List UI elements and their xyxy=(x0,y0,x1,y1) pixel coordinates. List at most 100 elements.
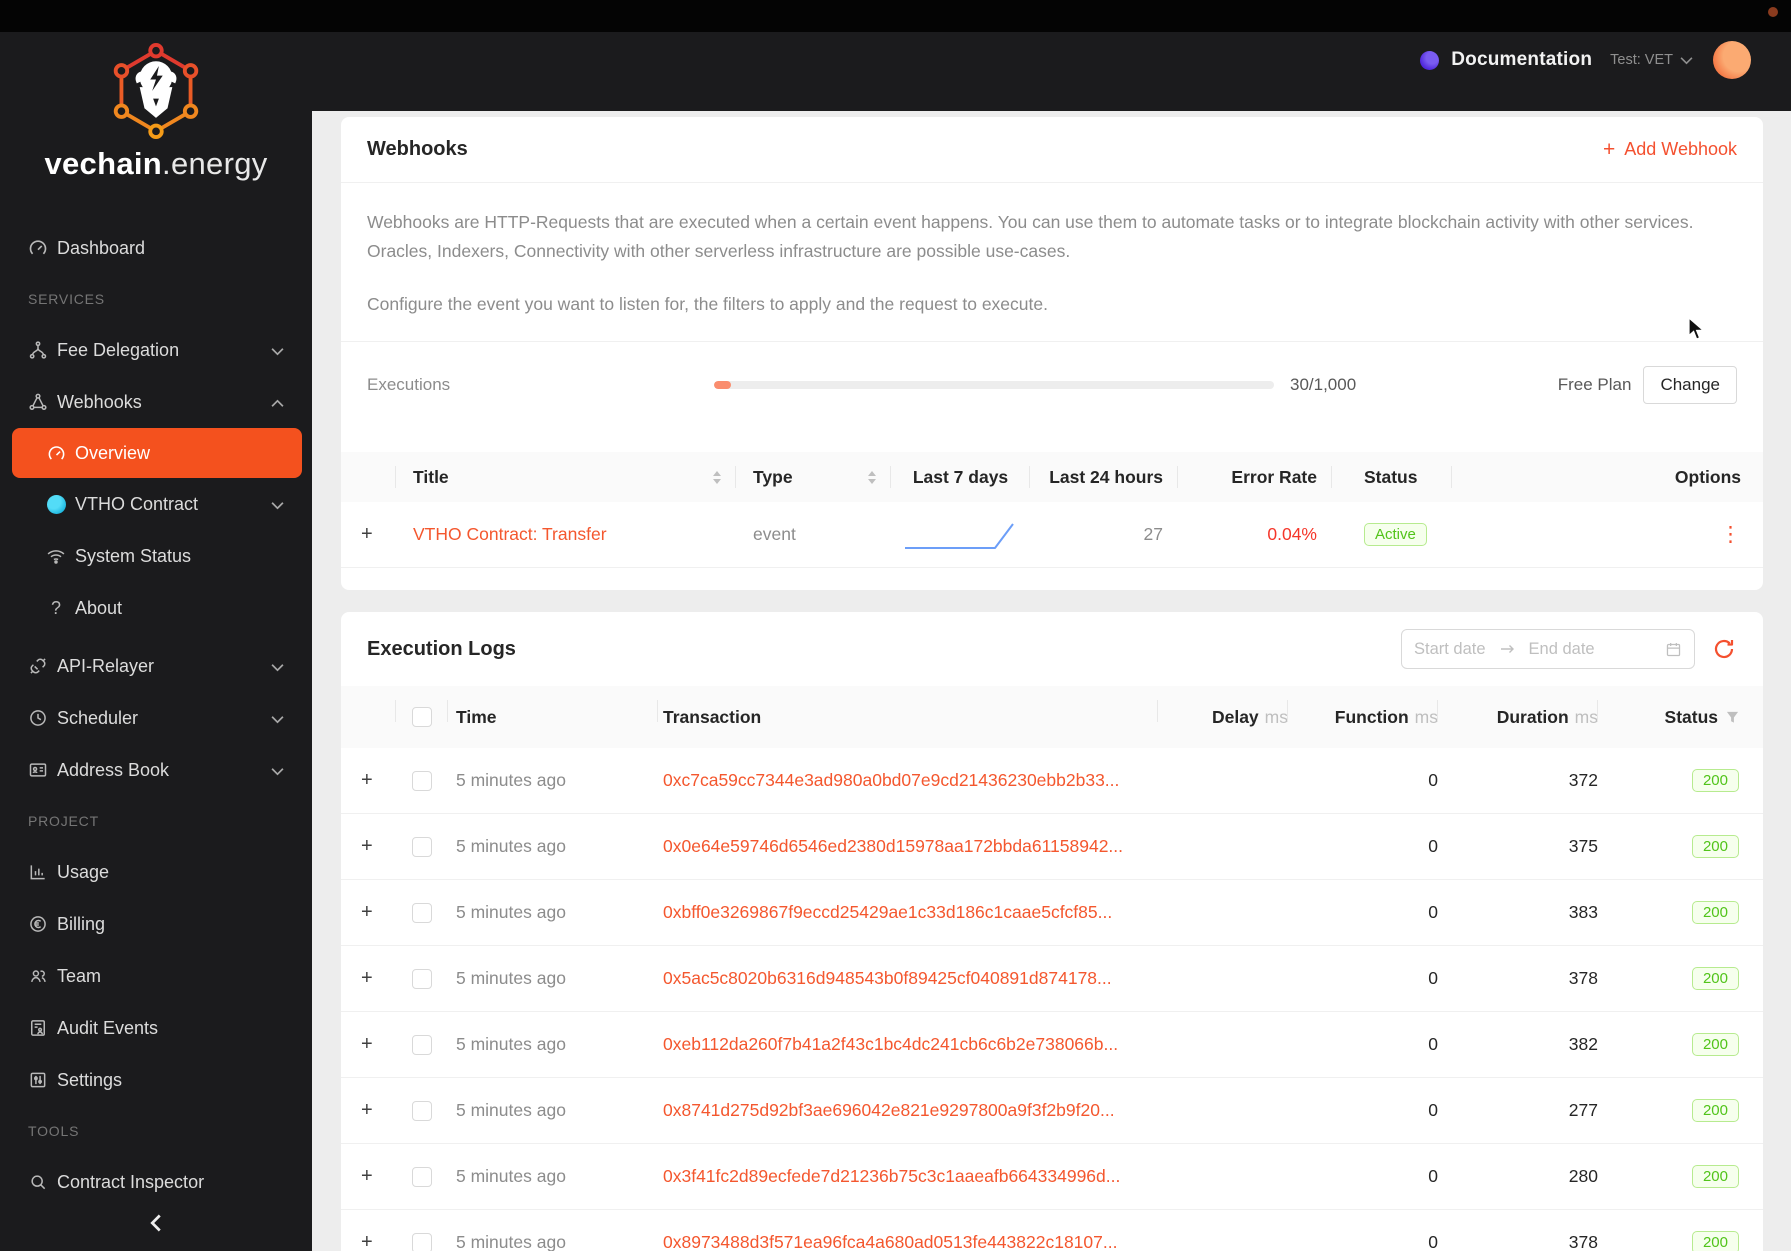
brand-logo: vechain.energy xyxy=(0,32,312,182)
expand-row-button[interactable]: + xyxy=(361,1033,373,1056)
sidebar-item-label: Usage xyxy=(57,861,110,882)
log-row: + 5 minutes ago 0xbff0e3269867f9eccd2542… xyxy=(341,880,1763,946)
magnifier-icon xyxy=(28,1172,48,1192)
expand-row-button[interactable]: + xyxy=(361,835,373,858)
transaction-link[interactable]: 0xbff0e3269867f9eccd25429ae1c33d186c1caa… xyxy=(663,902,1112,923)
brand-name-bold: vechain xyxy=(44,146,163,181)
sort-icon[interactable] xyxy=(712,470,722,484)
row-checkbox[interactable] xyxy=(412,1100,432,1121)
sidebar-item-audit-events[interactable]: Audit Events xyxy=(0,1002,312,1054)
top-strip xyxy=(0,0,1791,32)
log-delay xyxy=(1158,1012,1288,1077)
sidebar-section-tools: TOOLS xyxy=(28,1123,80,1139)
row-checkbox[interactable] xyxy=(412,770,432,791)
row-checkbox[interactable] xyxy=(412,1232,432,1251)
transaction-link[interactable]: 0xeb112da260f7b41a2f43c1bc4dc241cb6c6b2e… xyxy=(663,1034,1118,1055)
vtho-token-icon xyxy=(46,494,66,514)
sidebar-item-team[interactable]: Team xyxy=(0,950,312,1002)
row-checkbox[interactable] xyxy=(412,1166,432,1187)
sliders-icon xyxy=(28,1070,48,1090)
plug-icon xyxy=(28,656,48,676)
change-plan-button[interactable]: Change xyxy=(1643,366,1737,404)
project-selector[interactable]: Test: VET xyxy=(1610,52,1693,68)
log-function-ms: 0 xyxy=(1428,968,1438,988)
filter-icon[interactable] xyxy=(1726,711,1739,724)
transaction-link[interactable]: 0xc7ca59cc7344e3ad980a0bd07e9cd21436230e… xyxy=(663,770,1119,791)
column-label: Type xyxy=(753,466,793,487)
sidebar-item-settings[interactable]: Settings xyxy=(0,1054,312,1106)
log-delay xyxy=(1158,1144,1288,1209)
sidebar-item-webhooks[interactable]: Webhooks xyxy=(0,376,312,428)
expand-row-button[interactable]: + xyxy=(361,1099,373,1122)
sidebar-item-system-status[interactable]: System Status xyxy=(0,530,312,582)
executions-progress-fill xyxy=(714,381,731,389)
sidebar-item-usage[interactable]: Usage xyxy=(0,846,312,898)
sidebar-item-dashboard[interactable]: Dashboard xyxy=(0,222,312,274)
sidebar-item-label: System Status xyxy=(75,545,192,566)
sidebar-item-overview[interactable]: Overview xyxy=(12,428,302,478)
transaction-link[interactable]: 0x8973488d3f571ea96fca4a680ad0513fe44382… xyxy=(663,1232,1117,1251)
sidebar-item-label: About xyxy=(75,597,123,618)
transaction-link[interactable]: 0x0e64e59746d6546ed2380d15978aa172bbda61… xyxy=(663,836,1123,857)
options-menu-button[interactable]: ⋮ xyxy=(1720,524,1741,545)
row-checkbox[interactable] xyxy=(412,968,432,989)
log-time: 5 minutes ago xyxy=(456,1034,566,1054)
chevron-left-icon xyxy=(150,1214,161,1232)
id-card-icon xyxy=(28,760,48,780)
expand-row-button[interactable]: + xyxy=(361,967,373,990)
start-date-input[interactable]: Start date xyxy=(1414,640,1486,659)
row-checkbox[interactable] xyxy=(412,1034,432,1055)
row-checkbox[interactable] xyxy=(412,902,432,923)
column-header-error-rate: Error Rate xyxy=(1178,452,1332,502)
sidebar-item-about[interactable]: ? About xyxy=(0,582,312,634)
executions-count: 30/1,000 xyxy=(1290,375,1357,394)
row-checkbox[interactable] xyxy=(412,836,432,857)
question-icon: ? xyxy=(50,597,61,618)
log-time: 5 minutes ago xyxy=(456,770,566,790)
transaction-link[interactable]: 0x3f41fc2d89ecfede7d21236b75c3c1aaeafb66… xyxy=(663,1166,1120,1187)
sort-icon[interactable] xyxy=(867,470,877,484)
select-all-checkbox[interactable] xyxy=(412,707,432,727)
calendar-icon xyxy=(1665,641,1682,658)
sidebar-item-vtho-contract[interactable]: VTHO Contract xyxy=(0,478,312,530)
sidebar-item-fee-delegation[interactable]: Fee Delegation xyxy=(0,324,312,376)
webhook-title-link[interactable]: VTHO Contract: Transfer xyxy=(413,524,607,545)
sidebar-item-address-book[interactable]: Address Book xyxy=(0,744,312,796)
avatar[interactable] xyxy=(1713,41,1751,79)
transaction-link[interactable]: 0x5ac5c8020b6316d948543b0f89425cf040891d… xyxy=(663,968,1112,989)
column-header-type[interactable]: Type xyxy=(736,452,891,502)
refresh-button[interactable] xyxy=(1711,636,1737,662)
chevron-down-icon xyxy=(271,340,284,361)
expand-row-button[interactable]: + xyxy=(361,901,373,924)
page-title: Webhooks xyxy=(367,138,468,160)
expand-row-button[interactable]: + xyxy=(361,1165,373,1188)
column-header-title[interactable]: Title xyxy=(396,452,736,502)
sidebar-collapse-button[interactable] xyxy=(0,1195,312,1251)
end-date-input[interactable]: End date xyxy=(1529,640,1595,659)
log-row: + 5 minutes ago 0x8973488d3f571ea96fca4a… xyxy=(341,1210,1763,1251)
execution-logs-title: Execution Logs xyxy=(367,637,516,660)
column-header-function: Function ms xyxy=(1288,686,1438,748)
add-webhook-button[interactable]: + Add Webhook xyxy=(1603,139,1737,160)
log-row: + 5 minutes ago 0xeb112da260f7b41a2f43c1… xyxy=(341,1012,1763,1078)
plan-label: Free Plan xyxy=(1557,375,1632,394)
documentation-link[interactable]: Documentation xyxy=(1451,49,1592,71)
log-function-ms: 0 xyxy=(1428,1166,1438,1186)
sidebar-item-scheduler[interactable]: Scheduler xyxy=(0,692,312,744)
column-header-time: Time xyxy=(448,686,658,748)
audit-document-icon xyxy=(28,1018,48,1038)
sidebar-item-billing[interactable]: Billing xyxy=(0,898,312,950)
expand-row-button[interactable]: + xyxy=(361,769,373,792)
chevron-up-icon xyxy=(271,392,284,413)
expand-row-button[interactable]: + xyxy=(361,523,373,546)
description-paragraph: Webhooks are HTTP-Requests that are exec… xyxy=(367,212,1694,261)
expand-row-button[interactable]: + xyxy=(361,1231,373,1251)
sidebar-item-api-relayer[interactable]: API-Relayer xyxy=(0,640,312,692)
webhook-icon xyxy=(28,392,48,412)
logs-table-header: Time Transaction Delay ms Function ms Dura… xyxy=(341,686,1763,748)
brand-name-light: .energy xyxy=(162,146,268,181)
bar-chart-icon xyxy=(28,862,48,882)
log-duration-ms: 383 xyxy=(1568,902,1598,922)
transaction-link[interactable]: 0x8741d275d92bf3ae696042e821e9297800a9f3… xyxy=(663,1100,1115,1121)
date-range-picker[interactable]: Start date End date xyxy=(1401,629,1695,669)
